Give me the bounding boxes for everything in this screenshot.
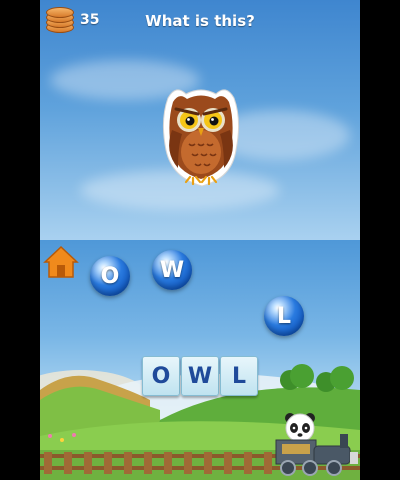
owl-icon (156, 80, 246, 190)
panda-train-icon (275, 413, 358, 476)
bottom-screen: O W L O W L (40, 240, 360, 480)
answer-tile-letter: W (187, 363, 213, 389)
answer-tile[interactable]: L (220, 356, 258, 396)
top-screen: 35 What is this? (40, 0, 360, 240)
letter-bubble-l[interactable]: L (264, 296, 304, 336)
answer-tile-letter: O (151, 363, 171, 389)
answer-tile-letter: L (231, 363, 247, 389)
right-border (360, 0, 400, 480)
game-stage: 35 What is this? O W L O W L (40, 0, 360, 480)
question-text: What is this? (145, 12, 255, 30)
answer-tile[interactable]: O (142, 356, 180, 396)
letter-bubble-label: W (159, 257, 185, 283)
letter-bubble-o[interactable]: O (90, 256, 130, 296)
letter-bubble-label: L (276, 303, 292, 329)
left-border (0, 0, 40, 480)
answer-tile[interactable]: W (181, 356, 219, 396)
letter-bubble-w[interactable]: W (152, 250, 192, 290)
letter-bubble-label: O (100, 263, 120, 289)
home-button[interactable] (43, 244, 79, 280)
home-icon (43, 245, 79, 278)
